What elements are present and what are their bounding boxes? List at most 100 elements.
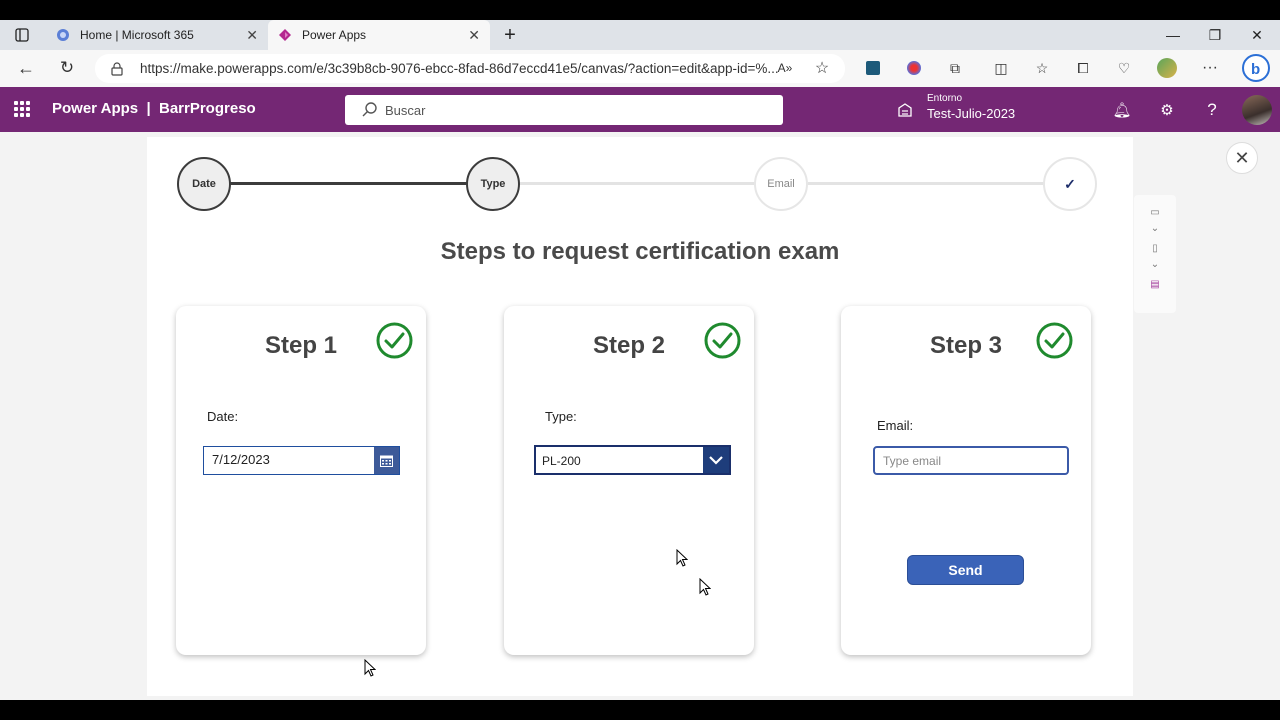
email-label: Email: xyxy=(877,418,914,433)
stepper-line-done xyxy=(230,182,467,185)
extension-button[interactable] xyxy=(863,58,883,78)
stepper-line-todo xyxy=(808,182,1044,185)
close-preview-button[interactable]: ✕ xyxy=(1226,142,1258,174)
dropdown-toggle[interactable] xyxy=(703,447,729,473)
date-value: 7/12/2023 xyxy=(212,452,270,467)
avatar[interactable] xyxy=(1242,95,1272,125)
new-tab-button[interactable]: + xyxy=(498,20,522,50)
tab-microsoft-365[interactable]: Home | Microsoft 365 ✕ xyxy=(46,20,268,50)
step-card-1: Step 1 xyxy=(176,306,426,655)
extension-button[interactable] xyxy=(904,58,924,78)
stepper-step-date[interactable]: Date xyxy=(177,157,231,211)
minimize-button[interactable]: — xyxy=(1152,20,1194,50)
bing-copilot-icon: b xyxy=(1242,54,1270,82)
environment-name: Test-Julio-2023 xyxy=(927,106,1016,121)
page-title: Steps to request certification exam xyxy=(440,238,840,265)
close-window-button[interactable]: ✕ xyxy=(1236,20,1278,50)
step-card-2: Step 2 xyxy=(504,306,754,655)
address-bar[interactable]: https://make.powerapps.com/e/3c39b8cb-90… xyxy=(95,54,845,83)
stepper-step-type[interactable]: Type xyxy=(466,157,520,211)
letterbox-bottom xyxy=(0,700,1280,720)
extensions-puzzle-icon: ⧉ xyxy=(950,59,960,76)
browser-toolbar: ← ↻ https://make.powerapps.com/e/3c39b8c… xyxy=(0,50,1280,87)
collections-button[interactable]: ⧠ xyxy=(1073,58,1093,78)
email-input[interactable] xyxy=(875,448,1067,473)
phone-view-icon[interactable]: ▯ xyxy=(1147,243,1163,254)
extension-icon xyxy=(907,61,921,75)
collections-icon: ⧠ xyxy=(1077,59,1089,76)
mouse-cursor-icon xyxy=(699,578,711,596)
back-button[interactable]: ← xyxy=(16,58,36,78)
bell-icon: 🔔︎ xyxy=(1112,102,1132,119)
dropdown-value: PL-200 xyxy=(542,454,581,468)
environment-label: Entorno xyxy=(927,93,963,104)
tab-label: Power Apps xyxy=(302,28,367,42)
settings-button[interactable]: ⚙ xyxy=(1157,100,1177,120)
close-tab-icon[interactable]: ✕ xyxy=(468,27,480,44)
check-circle-icon xyxy=(1036,322,1073,359)
check-circle-icon xyxy=(376,322,413,359)
stepper-label: Type xyxy=(480,178,506,190)
close-icon: ✕ xyxy=(1234,147,1250,168)
email-field[interactable] xyxy=(873,446,1069,475)
environment-icon xyxy=(898,103,912,117)
preview-device-panel: ▭ ⌄ ▯ ⌄ ▤ xyxy=(1134,195,1176,313)
tab-power-apps[interactable]: Power Apps ✕ xyxy=(268,20,490,50)
copilot-button[interactable]: b xyxy=(1242,54,1270,82)
read-aloud-icon: A» xyxy=(777,61,793,75)
favorites-button[interactable]: ☆ xyxy=(1032,58,1052,78)
plus-icon: + xyxy=(504,23,516,46)
restore-button[interactable]: ❐ xyxy=(1194,20,1236,50)
tab-actions-icon xyxy=(15,28,29,42)
send-button[interactable]: Send xyxy=(907,555,1024,585)
web-view-icon[interactable]: ▤ xyxy=(1147,279,1163,290)
chevron-down-icon[interactable]: ⌄ xyxy=(1147,223,1163,234)
gear-icon: ⚙ xyxy=(1160,102,1174,119)
stepper-step-email[interactable]: Email xyxy=(754,157,808,211)
calendar-button[interactable] xyxy=(374,447,399,474)
favorite-star-icon: ☆ xyxy=(814,60,830,77)
stepper-label: Date xyxy=(192,178,216,190)
tab-label: Home | Microsoft 365 xyxy=(80,28,194,42)
app-title[interactable]: Power Apps | BarrProgreso xyxy=(52,100,256,117)
mouse-cursor-icon xyxy=(676,549,688,567)
browser-tab-strip: Home | Microsoft 365 ✕ Power Apps ✕ + xyxy=(0,20,1280,50)
calendar-icon xyxy=(380,455,393,467)
close-tab-icon[interactable]: ✕ xyxy=(246,27,258,44)
refresh-button[interactable]: ↻ xyxy=(57,58,77,78)
more-icon: ··· xyxy=(1202,59,1218,76)
stepper-step-complete[interactable]: ✓ xyxy=(1043,157,1097,211)
back-arrow-icon: ← xyxy=(17,57,35,78)
search-placeholder: Buscar xyxy=(385,103,426,118)
mouse-cursor-icon xyxy=(364,659,376,677)
browser-essentials-button[interactable]: ♡ xyxy=(1114,58,1134,78)
favorite-button[interactable]: ☆ xyxy=(812,58,832,78)
power-apps-icon xyxy=(279,29,291,41)
more-button[interactable]: ··· xyxy=(1200,58,1220,78)
check-circle-icon xyxy=(704,322,741,359)
search-icon xyxy=(362,102,377,117)
close-icon: ✕ xyxy=(1251,26,1263,43)
restore-icon: ❐ xyxy=(1208,26,1222,43)
split-screen-button[interactable]: ◫ xyxy=(991,58,1011,78)
extensions-button[interactable]: ⧉ xyxy=(945,58,965,78)
type-label: Type: xyxy=(545,409,577,424)
app-launcher-waffle-icon[interactable] xyxy=(14,101,30,117)
profile-icon xyxy=(1157,58,1177,78)
profile-button[interactable] xyxy=(1157,58,1177,78)
lock-icon xyxy=(111,62,123,76)
search-box[interactable]: Buscar xyxy=(345,95,783,125)
refresh-icon: ↻ xyxy=(59,58,75,77)
type-dropdown[interactable]: PL-200 xyxy=(534,445,731,475)
date-label: Date: xyxy=(207,409,239,424)
extension-icon xyxy=(866,61,880,75)
date-picker[interactable]: 7/12/2023 xyxy=(203,446,400,475)
microsoft-365-icon xyxy=(57,29,69,41)
tablet-view-icon[interactable]: ▭ xyxy=(1147,207,1163,218)
chevron-down-icon[interactable]: ⌄ xyxy=(1147,259,1163,270)
split-screen-icon: ◫ xyxy=(994,59,1008,76)
read-aloud-button[interactable]: A» xyxy=(775,58,795,78)
notifications-button[interactable]: 🔔︎ xyxy=(1112,100,1132,120)
tab-actions-button[interactable] xyxy=(0,20,44,50)
help-button[interactable]: ? xyxy=(1202,100,1222,120)
